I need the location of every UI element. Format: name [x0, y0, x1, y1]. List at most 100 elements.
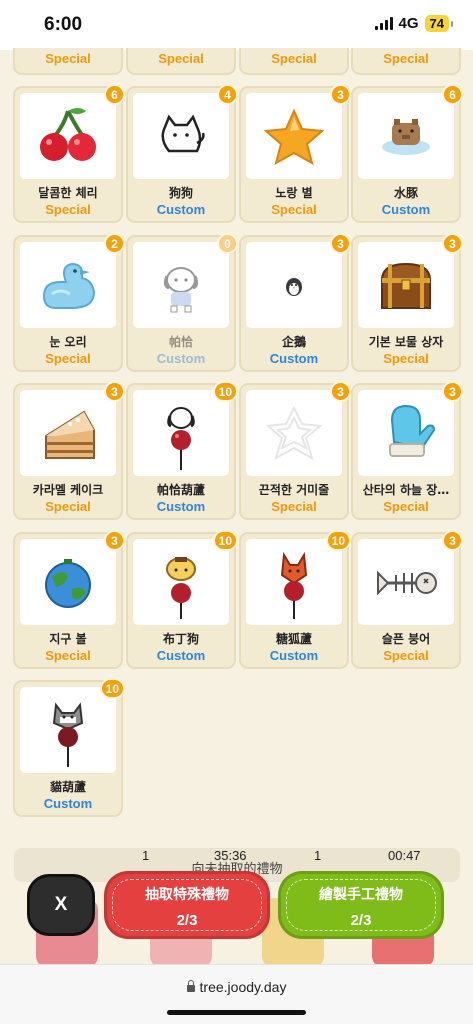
gift-card-partial[interactable]: Special — [13, 48, 123, 75]
gift-card[interactable]: 10 布丁狗 Custom — [126, 530, 238, 669]
gift-name: 布丁狗 — [162, 632, 199, 646]
gift-card[interactable]: 3 지구 볼 Special — [13, 530, 125, 669]
quantity-badge: 3 — [104, 381, 125, 402]
quantity-badge: 3 — [442, 233, 463, 254]
status-bar: 6:00 4G 74 — [0, 0, 473, 50]
gift-name: 帕恰 — [168, 335, 193, 349]
gift-name: 지구 볼 — [49, 632, 87, 646]
gift-card-partial[interactable]: Special — [126, 48, 236, 75]
cat-candy-icon — [52, 702, 84, 767]
gift-card[interactable]: 3 노랑 별 Special — [239, 84, 351, 223]
gift-image-frame — [20, 242, 116, 328]
lock-icon — [186, 980, 195, 992]
gift-type: Special — [45, 499, 91, 514]
draw-special-label: 抽取特殊禮物 — [145, 887, 229, 903]
gift-card[interactable]: 3 카라멜 케이크 Special — [13, 381, 125, 520]
gift-type: Special — [158, 51, 204, 66]
quantity-badge: 4 — [217, 84, 238, 105]
gift-card[interactable]: 3 슬픈 붕어 Special — [351, 530, 463, 669]
gift-image-frame — [358, 390, 454, 476]
draw-special-gift-button[interactable]: 抽取特殊禮物 2/3 — [104, 871, 270, 939]
gift-name: 狗狗 — [168, 186, 193, 200]
gift-grid: Special Special Special Special 6 달콤한 체리… — [0, 48, 473, 840]
gift-name: 糖狐蘆 — [275, 632, 312, 646]
snow-duck-icon — [42, 262, 96, 309]
status-indicators: 4G 74 — [374, 15, 454, 32]
gift-image-frame — [20, 539, 116, 625]
cake-icon — [45, 410, 95, 459]
gift-name: 貓葫蘆 — [49, 780, 86, 794]
mitten-icon — [389, 404, 436, 457]
network-type: 4G — [398, 15, 419, 32]
gift-type: Special — [45, 51, 91, 66]
gift-type: Special — [271, 499, 317, 514]
quantity-badge: 3 — [442, 381, 463, 402]
pompompurin-candy-icon — [166, 557, 196, 619]
gift-type: Special — [383, 499, 429, 514]
gift-name: 노랑 별 — [275, 186, 313, 200]
gift-card[interactable]: 10 貓葫蘆 Custom — [13, 678, 125, 817]
gift-type: Special — [45, 648, 91, 663]
gift-card-partial[interactable]: Special — [239, 48, 349, 75]
gift-card-partial[interactable]: Special — [351, 48, 461, 75]
quantity-badge: 10 — [212, 530, 238, 551]
gift-type: Custom — [269, 351, 319, 366]
browser-url-bar[interactable]: tree.joody.day — [0, 964, 473, 1024]
quantity-badge: 0 — [217, 233, 238, 254]
gift-name: 企鵝 — [281, 335, 306, 349]
draw-custom-count: 2/3 — [350, 912, 372, 929]
gift-name: 帕恰葫蘆 — [156, 483, 205, 497]
gift-type: Custom — [156, 202, 206, 217]
quantity-badge: 6 — [442, 84, 463, 105]
gift-image-frame — [133, 242, 229, 328]
gift-card[interactable]: 10 帕恰葫蘆 Custom — [126, 381, 238, 520]
quantity-badge: 3 — [330, 233, 351, 254]
gift-card[interactable]: 3 산타의 하늘 장… Special — [351, 381, 463, 520]
gift-image-frame — [358, 242, 454, 328]
gift-card[interactable]: 3 기본 보물 상자 Special — [351, 233, 463, 372]
cherry-icon — [40, 108, 96, 161]
gift-card[interactable]: 10 糖狐蘆 Custom — [239, 530, 351, 669]
gift-type: Custom — [156, 351, 206, 366]
status-time: 6:00 — [44, 14, 83, 35]
quantity-badge: 10 — [325, 530, 351, 551]
draw-custom-label: 繪製手工禮物 — [319, 887, 403, 903]
gift-name: 끈적한 거미줄 — [258, 483, 330, 497]
gift-name: 기본 보물 상자 — [368, 335, 444, 349]
gift-type: Special — [45, 351, 91, 366]
quantity-badge: 10 — [212, 381, 238, 402]
url-display[interactable]: tree.joody.day — [0, 979, 473, 995]
gift-image-frame — [246, 390, 342, 476]
gift-image-frame — [133, 93, 229, 179]
gift-card[interactable]: 4 狗狗 Custom — [126, 84, 238, 223]
gift-card[interactable]: 2 눈 오리 Special — [13, 233, 125, 372]
home-indicator[interactable] — [167, 1010, 306, 1015]
gift-type: Custom — [381, 202, 431, 217]
draw-special-count: 2/3 — [176, 912, 198, 929]
quantity-badge: 10 — [99, 678, 125, 699]
gift-image-frame — [246, 242, 342, 328]
gift-image-frame — [133, 539, 229, 625]
gift-type: Custom — [156, 499, 206, 514]
quantity-badge: 3 — [104, 530, 125, 551]
gift-name: 水豚 — [393, 186, 418, 200]
gift-type: Custom — [156, 648, 206, 663]
gift-name: 카라멜 케이크 — [32, 483, 104, 497]
star-icon — [263, 108, 325, 166]
gift-name: 눈 오리 — [49, 335, 87, 349]
gift-type: Special — [383, 648, 429, 663]
gift-image-frame — [20, 687, 116, 773]
gift-card[interactable]: 6 달콤한 체리 Special — [13, 84, 125, 223]
gift-type: Special — [271, 51, 317, 66]
gift-type: Special — [383, 351, 429, 366]
fox-candy-icon — [280, 551, 308, 619]
fish-bone-icon — [377, 570, 437, 596]
close-button[interactable]: X — [27, 874, 95, 936]
gift-card[interactable]: 6 水豚 Custom — [351, 84, 463, 223]
gift-card[interactable]: 0 帕恰 Custom — [126, 233, 238, 372]
gift-image-frame — [246, 93, 342, 179]
pochacco-icon — [163, 267, 199, 313]
draw-custom-gift-button[interactable]: 繪製手工禮物 2/3 — [278, 871, 444, 939]
gift-card[interactable]: 3 企鵝 Custom — [239, 233, 351, 372]
gift-card[interactable]: 3 끈적한 거미줄 Special — [239, 381, 351, 520]
